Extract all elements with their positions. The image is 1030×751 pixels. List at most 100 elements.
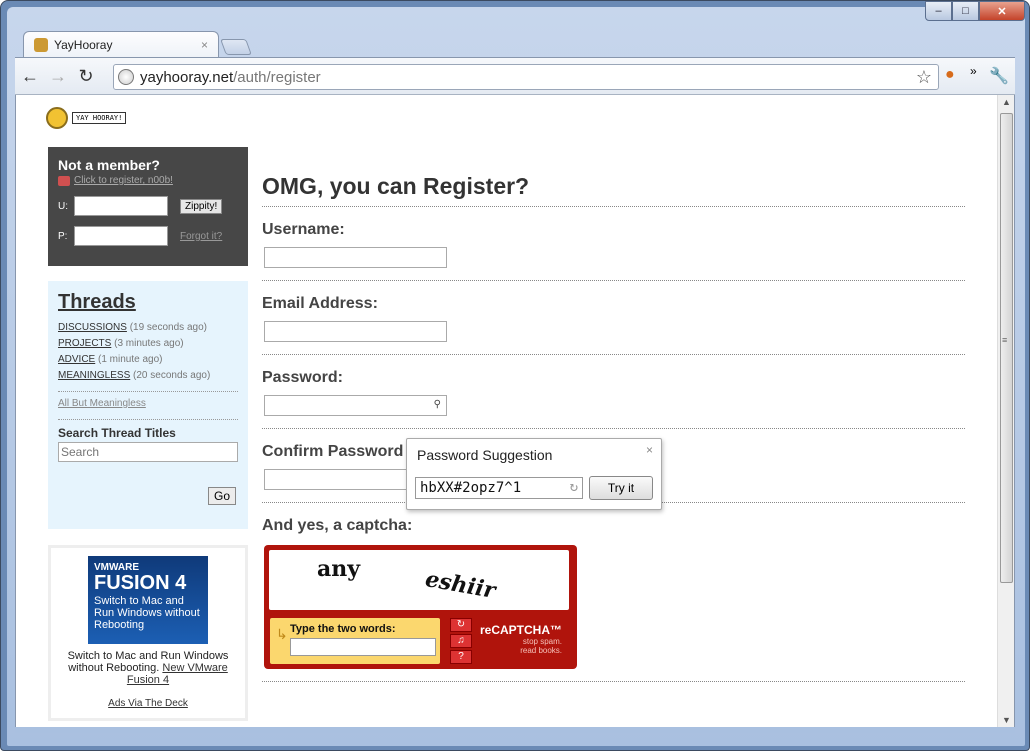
monster-icon (58, 175, 70, 186)
search-go-button[interactable]: Go (207, 487, 236, 505)
thread-list: DISCUSSIONS (19 seconds ago) PROJECTS (3… (58, 322, 238, 381)
try-it-button[interactable]: Try it (589, 476, 653, 500)
register-link-text: Click to register, n00b! (74, 175, 173, 186)
username-row: U: Zippity! (58, 196, 238, 216)
captcha-prompt: Type the two words: (290, 623, 396, 635)
suggested-password-field[interactable]: hbXX#2opz7^1 ↻ (415, 477, 583, 499)
thread-item: MEANINGLESS (20 seconds ago) (58, 370, 238, 381)
captcha-word-2: eshiir (423, 566, 498, 604)
arrow-icon: ↳ (276, 626, 288, 642)
regenerate-icon[interactable]: ↻ (570, 479, 578, 495)
username-label: U: (58, 200, 68, 212)
recaptcha-tagline-2: read books. (520, 646, 563, 655)
ad-banner-tagline: Switch to Mac and Run Windows without Re… (94, 595, 200, 631)
all-but-meaningless-link[interactable]: All But Meaningless (58, 398, 238, 409)
wrench-icon[interactable]: 🔧 (989, 66, 1009, 86)
captcha-answer-box: ↳ Type the two words: (270, 618, 440, 664)
thread-time: (19 seconds ago) (129, 322, 207, 333)
scroll-up-icon[interactable]: ▲ (1002, 97, 1011, 107)
scroll-down-icon[interactable]: ▼ (1002, 715, 1011, 725)
scroll-grip-icon: ≡ (1002, 335, 1008, 345)
close-window-button[interactable]: ✕ (979, 1, 1025, 21)
username-field: Username: (262, 207, 965, 281)
search-title: Search Thread Titles (58, 426, 176, 440)
ads-via-link[interactable]: Ads Via The Deck (51, 698, 245, 709)
divider (58, 419, 238, 420)
ad-text: Switch to Mac and Run Windows without Re… (51, 650, 245, 686)
bookmark-star-icon[interactable]: ☆ (916, 67, 932, 88)
browser-window: – □ ✕ YayHooray × ← → ↻ yayhooray.net/au… (0, 0, 1030, 751)
tab-title: YayHooray (54, 38, 113, 52)
page-title: OMG, you can Register? (262, 173, 965, 207)
thread-link[interactable]: DISCUSSIONS (58, 322, 127, 333)
threads-panel: Threads DISCUSSIONS (19 seconds ago) PRO… (48, 281, 248, 529)
extension-icon[interactable]: ● (945, 66, 955, 84)
forward-button[interactable]: → (45, 63, 71, 89)
ads-via-text[interactable]: Ads Via The Deck (108, 698, 188, 709)
tab-close-icon[interactable]: × (201, 38, 208, 52)
thread-search-input[interactable] (58, 442, 238, 462)
username-field-label: Username: (262, 221, 345, 238)
login-username-input[interactable] (74, 196, 168, 216)
refresh-icon[interactable]: ↻ (450, 618, 472, 632)
recaptcha-logo: reCAPTCHA™ (480, 623, 563, 637)
tab-yayhooray[interactable]: YayHooray × (23, 31, 219, 58)
captcha-field: And yes, a captcha: any eshiir ↳ Type th… (262, 503, 965, 682)
login-password-input[interactable] (74, 226, 168, 246)
password-label: P: (58, 230, 68, 242)
thread-link[interactable]: PROJECTS (58, 338, 111, 349)
thread-link[interactable]: ADVICE (58, 354, 95, 365)
forgot-link[interactable]: Forgot it? (180, 231, 222, 242)
page-viewport: YAY HOORAY! Not a member? Click to regis… (15, 95, 1015, 727)
more-extensions-icon[interactable]: » (970, 64, 977, 78)
login-box: Not a member? Click to register, n00b! U… (48, 147, 248, 266)
popup-title: Password Suggestion (417, 447, 553, 463)
address-bar[interactable]: yayhooray.net/auth/register ☆ (113, 64, 939, 90)
email-field: Email Address: (262, 281, 965, 355)
tab-strip: YayHooray × (23, 28, 252, 58)
register-form: OMG, you can Register? Username: Email A… (262, 173, 965, 682)
back-button[interactable]: ← (17, 63, 43, 89)
recaptcha-brand: reCAPTCHA™ stop spam. read books. (480, 623, 562, 655)
email-input[interactable] (264, 321, 447, 342)
globe-icon (118, 69, 134, 85)
thread-time: (20 seconds ago) (133, 370, 211, 381)
password-input[interactable] (264, 395, 447, 416)
suggested-password: hbXX#2opz7^1 (420, 480, 522, 496)
logo-bubble: YAY HOORAY! (72, 112, 127, 124)
favicon-icon (34, 38, 48, 52)
help-icon[interactable]: ? (450, 650, 472, 664)
password-row: P: Forgot it? (58, 226, 238, 246)
new-tab-button[interactable] (220, 39, 252, 55)
divider (58, 391, 238, 392)
ad-box: VMWARE FUSION 4 Switch to Mac and Run Wi… (48, 545, 248, 721)
captcha-label: And yes, a captcha: (262, 517, 413, 534)
thread-link[interactable]: MEANINGLESS (58, 370, 130, 381)
ad-banner[interactable]: VMWARE FUSION 4 Switch to Mac and Run Wi… (88, 556, 208, 644)
login-submit-button[interactable]: Zippity! (180, 198, 223, 214)
captcha-input[interactable] (290, 638, 436, 656)
thread-item: PROJECTS (3 minutes ago) (58, 338, 238, 349)
thread-time: (3 minutes ago) (114, 338, 184, 349)
window-controls: – □ ✕ (925, 1, 1025, 21)
reload-button[interactable]: ↻ (73, 63, 99, 89)
password-wrap: ⚲ (262, 387, 447, 416)
register-link[interactable]: Click to register, n00b! (58, 175, 238, 186)
email-field-label: Email Address: (262, 295, 378, 312)
captcha-controls: ↻ ♫ ? (450, 618, 472, 664)
vertical-scrollbar[interactable]: ▲ ≡ ▼ (997, 95, 1014, 727)
popup-close-icon[interactable]: × (646, 443, 653, 457)
thread-item: DISCUSSIONS (19 seconds ago) (58, 322, 238, 333)
site-logo[interactable]: YAY HOORAY! (46, 107, 127, 129)
window-bottom-edge (15, 727, 1015, 733)
login-heading: Not a member? (58, 157, 160, 173)
threads-title[interactable]: Threads (58, 291, 238, 314)
key-icon[interactable]: ⚲ (434, 399, 441, 410)
username-input[interactable] (264, 247, 447, 268)
captcha-word-1: any (317, 556, 361, 582)
minimize-button[interactable]: – (925, 1, 952, 21)
url-host: yayhooray.net (140, 68, 234, 86)
maximize-button[interactable]: □ (952, 1, 979, 21)
scroll-thumb[interactable] (1000, 113, 1013, 583)
audio-icon[interactable]: ♫ (450, 634, 472, 648)
